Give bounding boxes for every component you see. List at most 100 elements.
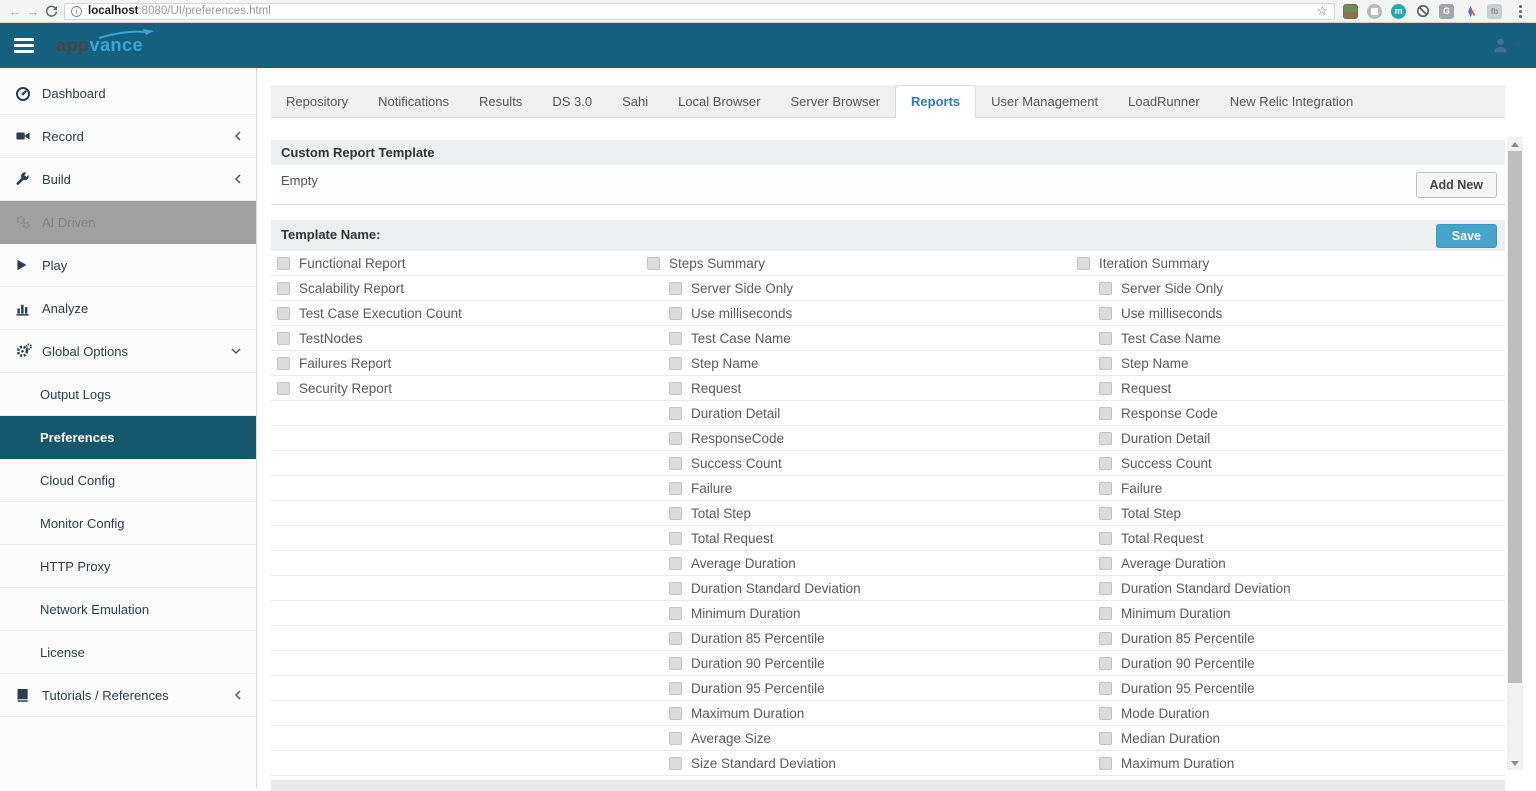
checkbox-request[interactable] — [1099, 382, 1112, 395]
checkbox-duration-90-percentile[interactable] — [1099, 657, 1112, 670]
sidebar-item-record[interactable]: Record — [0, 115, 256, 158]
sidebar-subitem-output-logs[interactable]: Output Logs — [0, 373, 256, 416]
checkbox-average-duration[interactable] — [1099, 557, 1112, 570]
sidebar-item-play[interactable]: Play — [0, 244, 256, 287]
checkbox-size-standard-deviation[interactable] — [669, 757, 682, 770]
content-scrollbar[interactable] — [1507, 137, 1523, 770]
checkbox-duration-90-percentile[interactable] — [669, 657, 682, 670]
hamburger-menu-icon[interactable] — [14, 38, 34, 53]
checkbox-minimum-duration[interactable] — [669, 607, 682, 620]
checkbox-mode-duration[interactable] — [1099, 707, 1112, 720]
checkbox-test-case-execution-count[interactable] — [277, 307, 290, 320]
g-ext-icon[interactable]: G — [1439, 4, 1454, 19]
checkbox-success-count[interactable] — [669, 457, 682, 470]
checkbox-use-milliseconds[interactable] — [669, 307, 682, 320]
checkbox-security-report[interactable] — [277, 382, 290, 395]
sidebar-subitem-license[interactable]: License — [0, 631, 256, 674]
checkbox-duration-detail[interactable] — [1099, 432, 1112, 445]
save-button[interactable]: Save — [1436, 224, 1497, 248]
user-menu[interactable] — [1492, 37, 1522, 54]
page-info-icon[interactable]: i — [71, 6, 82, 17]
add-new-button[interactable]: Add New — [1416, 172, 1497, 198]
checkbox-minimum-duration[interactable] — [1099, 607, 1112, 620]
tab-results[interactable]: Results — [464, 86, 537, 117]
checkbox-server-side-only[interactable] — [669, 282, 682, 295]
checkbox-testnodes[interactable] — [277, 332, 290, 345]
pen-ext-icon[interactable] — [1463, 4, 1478, 19]
tab-reports[interactable]: Reports — [895, 85, 976, 118]
sidebar-item-ai-driven[interactable]: AI Driven — [0, 201, 256, 244]
tab-user-management[interactable]: User Management — [976, 86, 1113, 117]
sidebar-item-tutorials-references[interactable]: Tutorials / References — [0, 674, 256, 717]
checkbox-duration-85-percentile[interactable] — [1099, 632, 1112, 645]
tab-sahi[interactable]: Sahi — [607, 86, 663, 117]
browser-forward-icon[interactable]: → — [24, 4, 42, 19]
sidebar-item-dashboard[interactable]: Dashboard — [0, 72, 256, 115]
browser-refresh-icon[interactable] — [42, 3, 60, 19]
browser-menu-icon[interactable] — [1515, 5, 1526, 18]
checkbox-maximum-duration[interactable] — [669, 707, 682, 720]
checkbox-server-side-only[interactable] — [1099, 282, 1112, 295]
checkbox-average-duration[interactable] — [669, 557, 682, 570]
tab-server-browser[interactable]: Server Browser — [775, 86, 895, 117]
circle-ext-icon[interactable] — [1367, 4, 1382, 19]
scrollbar-down-arrow[interactable] — [1507, 756, 1523, 770]
checkbox-use-milliseconds[interactable] — [1099, 307, 1112, 320]
block-ext-icon[interactable] — [1415, 4, 1430, 19]
address-bar[interactable]: i localhost:8080/UI/preferences.html ☆ — [64, 3, 1335, 20]
checkbox-response-code[interactable] — [1099, 407, 1112, 420]
sidebar-subitem-monitor-config[interactable]: Monitor Config — [0, 502, 256, 545]
checkbox-duration-standard-deviation[interactable] — [1099, 582, 1112, 595]
option-maximum-duration: Maximum Duration — [641, 701, 1071, 725]
tab-loadrunner[interactable]: LoadRunner — [1113, 86, 1215, 117]
tab-ds-3-0[interactable]: DS 3.0 — [537, 86, 607, 117]
checkbox-duration-standard-deviation[interactable] — [669, 582, 682, 595]
checkbox-test-case-name[interactable] — [1099, 332, 1112, 345]
checkbox-success-count[interactable] — [1099, 457, 1112, 470]
tab-notifications[interactable]: Notifications — [363, 86, 464, 117]
checkbox-failures-report[interactable] — [277, 357, 290, 370]
checkbox-maximum-duration[interactable] — [1099, 757, 1112, 770]
tab-repository[interactable]: Repository — [271, 86, 363, 117]
checkbox-responsecode[interactable] — [669, 432, 682, 445]
tab-new-relic-integration[interactable]: New Relic Integration — [1215, 86, 1369, 117]
checkbox-test-case-name[interactable] — [669, 332, 682, 345]
checkbox-failure[interactable] — [669, 482, 682, 495]
checkbox-total-step[interactable] — [669, 507, 682, 520]
tab-local-browser[interactable]: Local Browser — [663, 86, 775, 117]
checkbox-steps-summary[interactable] — [647, 257, 660, 270]
sidebar-item-analyze[interactable]: Analyze — [0, 287, 256, 330]
chevron-down-icon — [230, 347, 242, 355]
scrollbar-thumb[interactable] — [1508, 151, 1522, 683]
checkbox-total-request[interactable] — [669, 532, 682, 545]
checkbox-scalability-report[interactable] — [277, 282, 290, 295]
checkbox-failure[interactable] — [1099, 482, 1112, 495]
checkbox-duration-detail[interactable] — [669, 407, 682, 420]
checkbox-total-request[interactable] — [1099, 532, 1112, 545]
fb-ext-icon[interactable]: fb — [1487, 4, 1502, 19]
checkbox-duration-95-percentile[interactable] — [669, 682, 682, 695]
checkbox-request[interactable] — [669, 382, 682, 395]
sidebar-item-build[interactable]: Build — [0, 158, 256, 201]
checkbox-average-size[interactable] — [669, 732, 682, 745]
screenshot-ext-icon[interactable] — [1343, 4, 1358, 19]
checkbox-iteration-summary[interactable] — [1077, 257, 1090, 270]
checkbox-functional-report[interactable] — [277, 257, 290, 270]
checkbox-total-step[interactable] — [1099, 507, 1112, 520]
checkbox-label: Failure — [1121, 481, 1162, 496]
m-ext-icon[interactable]: m — [1391, 4, 1406, 19]
sidebar-item-global-options[interactable]: Global Options — [0, 330, 256, 373]
browser-back-icon[interactable]: ← — [6, 4, 24, 19]
scrollbar-up-arrow[interactable] — [1507, 137, 1523, 151]
bookmark-star-icon[interactable]: ☆ — [1316, 3, 1328, 19]
sidebar-subitem-network-emulation[interactable]: Network Emulation — [0, 588, 256, 631]
checkbox-duration-95-percentile[interactable] — [1099, 682, 1112, 695]
sidebar-subitem-preferences[interactable]: Preferences — [0, 416, 256, 459]
checkbox-step-name[interactable] — [669, 357, 682, 370]
checkbox-duration-85-percentile[interactable] — [669, 632, 682, 645]
sidebar-subitem-cloud-config[interactable]: Cloud Config — [0, 459, 256, 502]
checkbox-median-duration[interactable] — [1099, 732, 1112, 745]
checkbox-step-name[interactable] — [1099, 357, 1112, 370]
sidebar-subitem-http-proxy[interactable]: HTTP Proxy — [0, 545, 256, 588]
empty-cell — [271, 526, 641, 550]
